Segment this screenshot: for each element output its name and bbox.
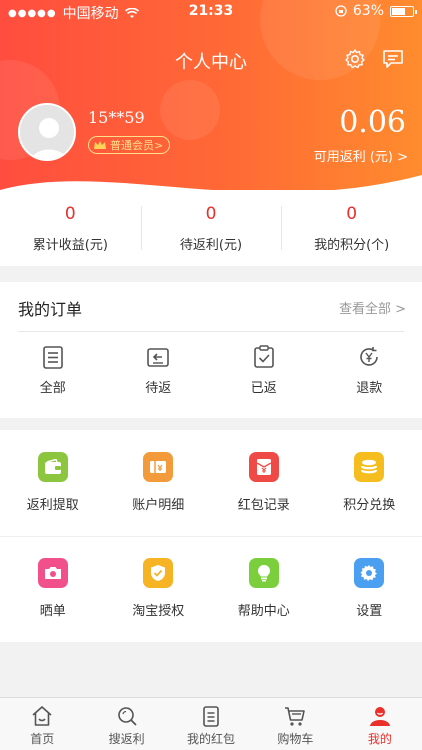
stat-label: 累计收益(元) [32, 237, 108, 253]
ledger-icon [143, 452, 174, 482]
view-all-orders-link[interactable]: 查看全部 > [339, 298, 406, 317]
crown-icon [94, 141, 106, 149]
service-taobao-authorize[interactable]: 淘宝授权 [106, 536, 212, 642]
profile-header: ●●●●● 中国移动 21:33 63% 个人中心 15**59 普通会员> 0… [0, 0, 422, 200]
stat-value: 0 [64, 203, 76, 224]
order-filter-label: 全部 [39, 381, 66, 396]
tab-label: 我的红包 [187, 732, 236, 746]
coins-icon [354, 452, 385, 482]
list-icon [42, 346, 63, 369]
orders-header: 我的订单 查看全部 > [0, 282, 422, 330]
tab-label: 首页 [30, 732, 55, 746]
home-icon [32, 706, 52, 726]
profile-icon [369, 707, 390, 726]
order-filter-all[interactable]: 全部 [0, 344, 106, 396]
rotation-lock-icon [335, 5, 347, 17]
balance-amount[interactable]: 0.06 [339, 105, 406, 140]
service-label: 积分兑换 [343, 498, 396, 513]
bottom-tab-bar: 首页 搜返利 我的红包 购物车 我的 [0, 697, 422, 750]
service-rebate-withdraw[interactable]: 返利提取 [0, 430, 106, 536]
battery-icon [390, 5, 417, 17]
refund-yen-icon [360, 347, 379, 366]
cart-icon [285, 707, 306, 726]
order-filter-label: 已返 [250, 381, 277, 396]
service-label: 淘宝授权 [132, 604, 185, 619]
search-icon [117, 707, 137, 726]
divider [18, 331, 404, 332]
services-grid: 返利提取 账户明细 红包记录 积分兑换 晒单 淘宝授权 帮助中心 设置 [0, 430, 422, 642]
coupon-icon [203, 706, 219, 727]
stat-total-earnings[interactable]: 0 累计收益(元) [0, 190, 141, 266]
service-account-details[interactable]: 账户明细 [106, 430, 212, 536]
service-settings[interactable]: 设置 [317, 536, 422, 642]
stat-label: 我的积分(个) [314, 237, 390, 253]
stat-value: 0 [205, 203, 217, 224]
camera-icon [37, 558, 68, 588]
message-icon[interactable] [381, 47, 405, 71]
service-label: 返利提取 [26, 498, 79, 513]
order-filter-pending[interactable]: 待返 [106, 344, 212, 396]
stat-value: 0 [346, 203, 358, 224]
my-orders-section: 我的订单 查看全部 > 全部 待返 已返 退款 [0, 282, 422, 418]
service-label: 红包记录 [237, 498, 290, 513]
member-level-label: 普通会员> [110, 139, 164, 152]
tab-search-rebate[interactable]: 搜返利 [84, 698, 168, 750]
service-label: 账户明细 [132, 498, 185, 513]
service-help-center[interactable]: 帮助中心 [211, 536, 317, 642]
order-filter-label: 退款 [356, 381, 383, 396]
stat-my-points[interactable]: 0 我的积分(个) [281, 190, 422, 266]
tab-label: 购物车 [277, 732, 314, 746]
returned-check-icon [253, 345, 274, 368]
settings-gear-icon[interactable] [343, 47, 367, 71]
tab-my-red-envelope[interactable]: 我的红包 [169, 698, 253, 750]
orders-title: 我的订单 [18, 300, 83, 319]
status-bar: ●●●●● 中国移动 21:33 63% [0, 0, 422, 22]
order-filter-returned[interactable]: 已返 [211, 344, 317, 396]
avatar[interactable] [18, 103, 76, 161]
tab-label: 我的 [367, 732, 392, 746]
service-red-envelope-records[interactable]: 红包记录 [211, 430, 317, 536]
tab-cart[interactable]: 购物车 [253, 698, 337, 750]
earnings-summary: 0 累计收益(元) 0 待返利(元) 0 我的积分(个) [0, 190, 422, 266]
member-level-badge[interactable]: 普通会员> [88, 136, 171, 154]
tab-label: 搜返利 [108, 732, 145, 746]
service-label: 帮助中心 [237, 604, 290, 619]
bulb-icon [248, 558, 279, 588]
order-filter-refund[interactable]: 退款 [317, 344, 422, 396]
wallet-icon [37, 452, 68, 482]
shield-check-icon [143, 558, 174, 588]
service-label: 设置 [356, 604, 383, 619]
gear-icon [354, 558, 385, 588]
balance-label[interactable]: 可用返利 (元) > [314, 146, 408, 165]
return-pending-icon [147, 348, 170, 367]
service-points-exchange[interactable]: 积分兑换 [317, 430, 422, 536]
red-envelope-icon [248, 452, 279, 482]
order-filter-label: 待返 [145, 381, 172, 396]
tab-me[interactable]: 我的 [338, 698, 422, 750]
stat-label: 待返利(元) [179, 237, 243, 253]
username: 15**59 [88, 108, 145, 127]
service-label: 晒单 [39, 604, 66, 619]
service-share-order[interactable]: 晒单 [0, 536, 106, 642]
stat-pending-rebate[interactable]: 0 待返利(元) [140, 190, 282, 266]
tab-home[interactable]: 首页 [0, 698, 84, 750]
battery-percent: 63% [352, 3, 384, 19]
